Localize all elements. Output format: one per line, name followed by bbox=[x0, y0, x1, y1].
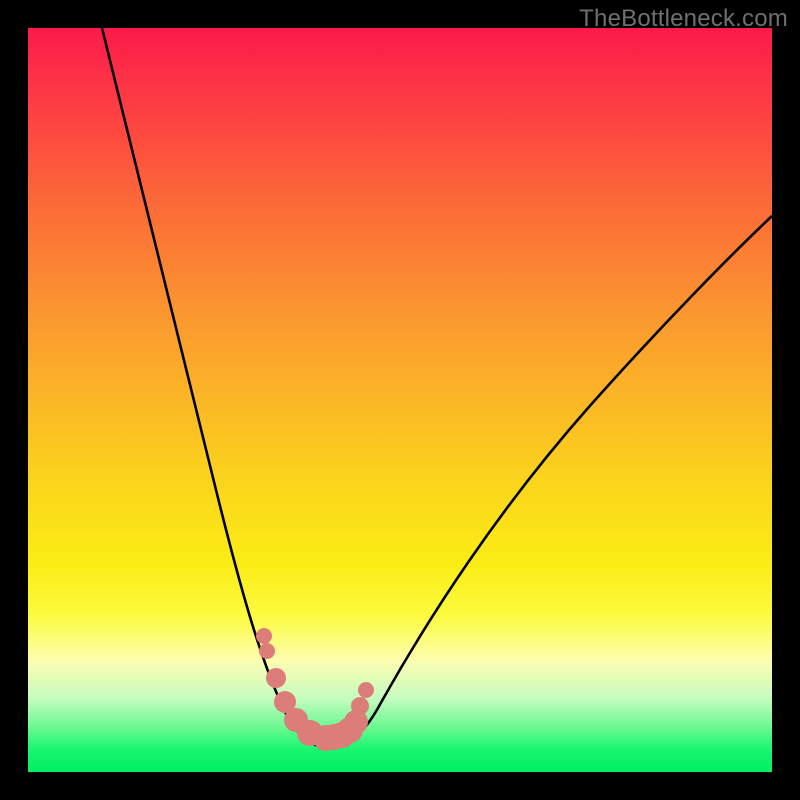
marker-dot bbox=[266, 668, 286, 688]
marker-dot bbox=[351, 697, 369, 715]
marker-dot bbox=[259, 643, 275, 659]
chart-frame: TheBottleneck.com bbox=[0, 0, 800, 800]
marker-group bbox=[256, 628, 374, 751]
bottleneck-curve bbox=[102, 28, 772, 748]
marker-dot bbox=[256, 628, 272, 644]
plot-area bbox=[28, 28, 772, 772]
marker-dot bbox=[358, 682, 374, 698]
curve-svg bbox=[28, 28, 772, 772]
